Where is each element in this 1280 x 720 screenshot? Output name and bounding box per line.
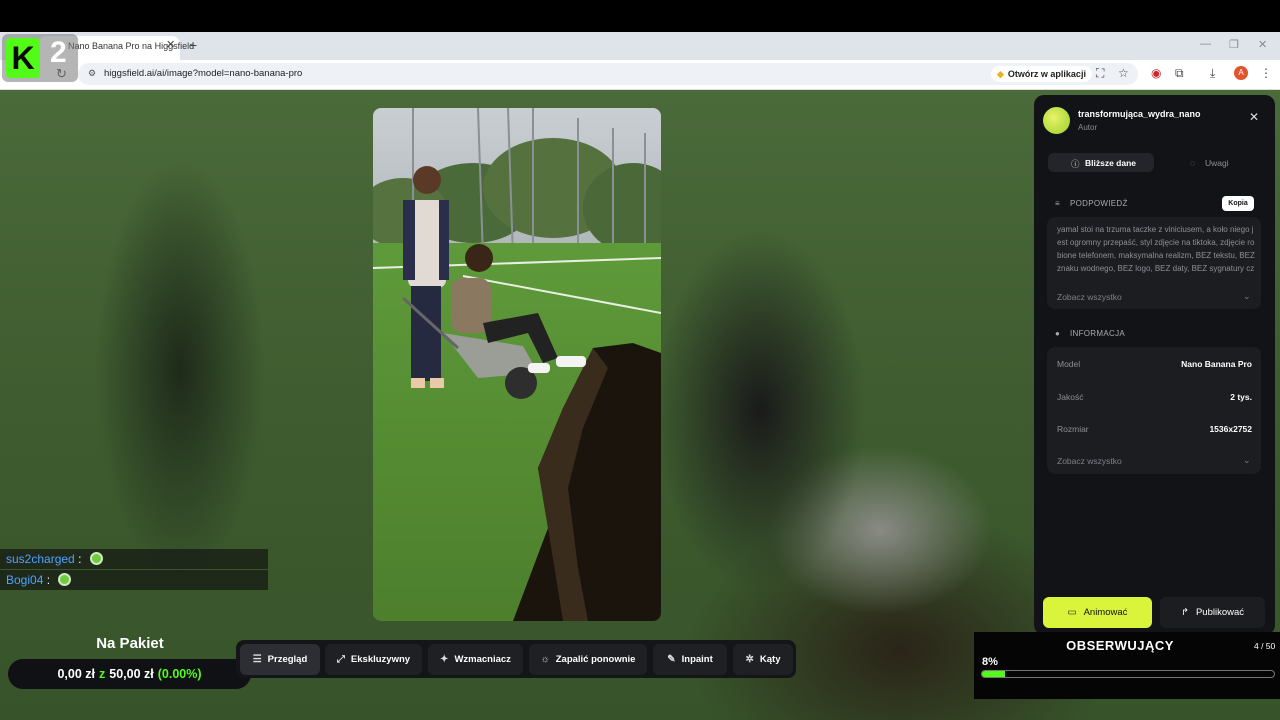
menu-kebab-icon[interactable]: ⋮: [1260, 66, 1272, 80]
tool-label: Inpaint: [681, 654, 713, 665]
tool-label: Kąty: [759, 654, 781, 665]
tool-label: Ekskluzywny: [350, 654, 411, 665]
share-arrow-icon: ↱: [1180, 607, 1189, 618]
chevron-down-icon[interactable]: ⌄: [1243, 455, 1251, 466]
goal-title: OBSERWUJĄCY: [1066, 638, 1174, 653]
info-value-quality: 2 tys.: [1230, 392, 1252, 402]
chat-separator: :: [78, 552, 82, 566]
minimize-icon[interactable]: —: [1200, 38, 1211, 50]
angles-icon: ✲: [745, 654, 754, 665]
info-label-model: Model: [1057, 359, 1081, 369]
chat-separator: :: [46, 573, 51, 587]
open-in-app-button[interactable]: ◆ Otwórz w aplikacji: [991, 66, 1092, 82]
brush-icon: ✎: [667, 654, 676, 665]
tab-details-label: Bliższe dane: [1085, 158, 1137, 168]
emote-icon: [58, 573, 72, 586]
tool-inpaint-button[interactable]: ✎ Inpaint: [653, 644, 727, 675]
panel-close-icon[interactable]: ✕: [1249, 110, 1259, 124]
opera-icon[interactable]: ◉: [1151, 66, 1161, 80]
top-black-bar: [0, 0, 1280, 32]
package-current: 0,00 zł: [57, 667, 95, 681]
animate-label: Animować: [1083, 607, 1128, 618]
bookmark-star-icon[interactable]: ☆: [1118, 66, 1129, 80]
author-avatar[interactable]: [1043, 107, 1070, 134]
comment-icon: ◌: [1190, 158, 1196, 168]
info-see-all[interactable]: Zobacz wszystko: [1057, 456, 1122, 466]
chevron-down-icon[interactable]: ⌄: [1243, 291, 1251, 302]
chat-username: sus2charged: [6, 552, 75, 566]
info-icon: ●: [1055, 329, 1061, 338]
copy-prompt-button[interactable]: Kopia: [1222, 196, 1254, 211]
publish-label: Publikować: [1195, 607, 1245, 618]
chat-message: sus2charged :: [0, 549, 268, 569]
download-icon[interactable]: ⤓: [1210, 66, 1215, 81]
prompt-icon: ≡: [1055, 199, 1060, 208]
package-title: Na Pakiet: [96, 635, 164, 652]
tool-angles-button[interactable]: ✲ Kąty: [733, 644, 793, 675]
package-progress: 0,00 zł z 50,00 zł (0.00%): [8, 659, 251, 689]
package-percent: (0.00%): [157, 667, 202, 681]
expand-icon: ⤢: [336, 654, 345, 665]
site-info-icon[interactable]: ⚙: [88, 68, 96, 79]
stream-number: 2: [50, 36, 67, 69]
info-circle-icon: ⓘ: [1071, 159, 1080, 169]
goal-percent: 8%: [982, 656, 998, 668]
goal-progress-fill: [982, 671, 1006, 677]
tool-exclusive-button[interactable]: ⤢ Ekskluzywny: [325, 644, 422, 675]
profile-avatar[interactable]: A: [1234, 66, 1248, 80]
tab-close-icon[interactable]: ✕: [166, 38, 175, 51]
generated-image[interactable]: [373, 108, 661, 621]
info-label-size: Rozmiar: [1057, 424, 1089, 434]
prompt-text: yamal stoi na trzuma taczke z viniciusem…: [1057, 225, 1255, 273]
tool-label: Zapalić ponownie: [555, 654, 636, 665]
package-of: z: [99, 667, 106, 681]
author-role: Autor: [1078, 123, 1098, 132]
open-in-app-label: Otwórz w aplikacji: [1007, 69, 1086, 79]
info-value-model: Nano Banana Pro: [1181, 359, 1252, 369]
url-text[interactable]: higgsfield.ai/ai/image?model=nano-banana…: [104, 68, 302, 79]
prompt-see-all[interactable]: Zobacz wszystko: [1057, 292, 1122, 302]
chat-message: Bogi04 :: [0, 570, 268, 590]
info-section-title: INFORMACJA: [1070, 329, 1125, 338]
lines-icon: ☰: [252, 654, 262, 665]
package-target: 50,00 zł: [109, 667, 154, 681]
extensions-icon[interactable]: ⧉: [1175, 66, 1184, 81]
window-close-icon[interactable]: ✕: [1258, 38, 1267, 51]
goal-count: 4 / 50: [1254, 641, 1276, 651]
relight-icon: ☼: [540, 654, 550, 665]
tool-label: Wzmacniacz: [454, 654, 511, 665]
publish-button[interactable]: ↱ Publikować: [1160, 597, 1265, 628]
info-value-size: 1536x2752: [1209, 424, 1252, 434]
goal-progress-bar: [981, 670, 1275, 678]
emote-icon: [89, 552, 103, 565]
info-label-quality: Jakość: [1057, 392, 1084, 402]
chat-username: Bogi04: [6, 573, 44, 587]
tab-comments[interactable]: Uwagi: [1205, 158, 1229, 168]
prompt-section-title: PODPOWIEDŹ: [1070, 199, 1128, 208]
video-icon: ▭: [1067, 607, 1077, 618]
new-tab-icon[interactable]: +: [189, 37, 197, 53]
generated-photo: [373, 108, 661, 621]
tool-relight-button[interactable]: ☼ Zapalić ponownie: [529, 644, 647, 675]
animate-button[interactable]: ▭ Animować: [1043, 597, 1152, 628]
tool-overview-button[interactable]: ☰ Przegląd: [240, 644, 320, 675]
restore-icon[interactable]: ❐: [1229, 38, 1239, 51]
translate-icon[interactable]: ⛶: [1096, 66, 1104, 81]
kick-logo-icon: K: [6, 38, 40, 78]
author-name[interactable]: transformująca_wydra_nano: [1078, 109, 1201, 119]
app-icon: ◆: [997, 68, 1004, 79]
wand-icon: ✦: [440, 654, 449, 665]
tool-label: Przegląd: [267, 654, 308, 665]
tool-enhancer-button[interactable]: ✦ Wzmacniacz: [428, 644, 523, 675]
